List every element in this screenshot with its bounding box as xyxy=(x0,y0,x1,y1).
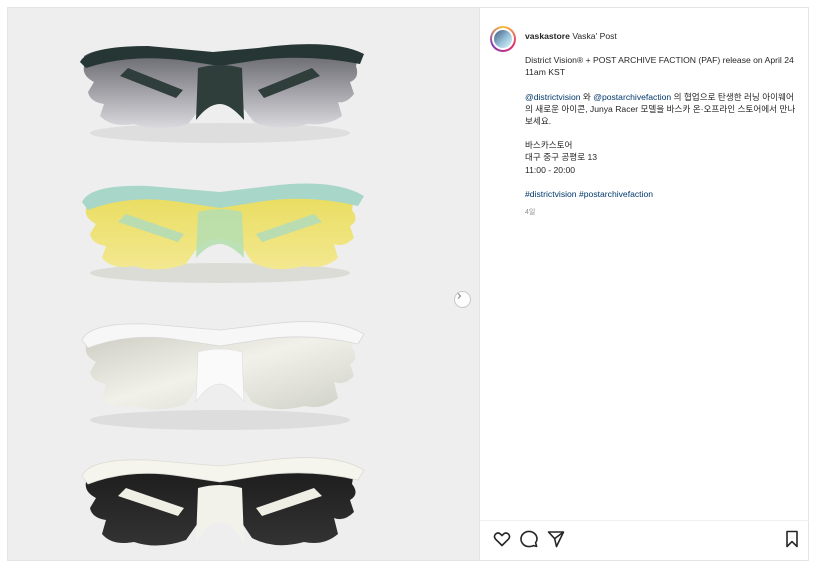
post-photo[interactable] xyxy=(8,8,479,560)
send-icon[interactable] xyxy=(546,529,566,549)
next-image-button[interactable] xyxy=(454,291,471,308)
sunglasses-image xyxy=(80,44,365,546)
username-link[interactable]: vaskastore xyxy=(525,31,570,41)
chevron-right-icon xyxy=(457,293,462,299)
bookmark-icon[interactable] xyxy=(782,529,802,549)
store-info: 바스카스토어 대구 중구 공평로 13 11:00 - 20:00 xyxy=(525,139,801,176)
heart-icon[interactable] xyxy=(492,529,512,549)
instagram-post: vaskastore Vaska' Post District Vision® … xyxy=(7,7,809,561)
post-title-suffix: Vaska' Post xyxy=(572,31,617,41)
post-caption: vaskastore Vaska' Post District Vision® … xyxy=(525,30,801,219)
post-time: 4일 xyxy=(525,209,536,217)
store-hours: 11:00 - 20:00 xyxy=(525,164,576,175)
hashtag-postarchivefaction[interactable]: #postarchivefaction xyxy=(579,189,653,199)
mention-postarchivefaction[interactable]: @postarchivefaction xyxy=(593,92,671,102)
glasses-black xyxy=(81,457,365,546)
store-name: 바스카스토어 xyxy=(525,140,573,151)
glasses-grey xyxy=(80,44,364,143)
mention-districtvision[interactable]: @districtvision xyxy=(525,92,581,102)
avatar[interactable] xyxy=(490,26,516,52)
caption-line: District Vision® + POST ARCHIVE FACTION … xyxy=(525,55,794,78)
comment-icon[interactable] xyxy=(519,529,539,549)
post-side-panel: vaskastore Vaska' Post District Vision® … xyxy=(479,8,809,560)
store-address: 대구 중구 공평로 13 xyxy=(525,152,598,163)
glasses-yellow xyxy=(82,183,364,283)
hashtag-districtvision[interactable]: #districtvision xyxy=(525,189,577,199)
glasses-silver xyxy=(81,321,365,430)
action-bar xyxy=(480,520,809,561)
